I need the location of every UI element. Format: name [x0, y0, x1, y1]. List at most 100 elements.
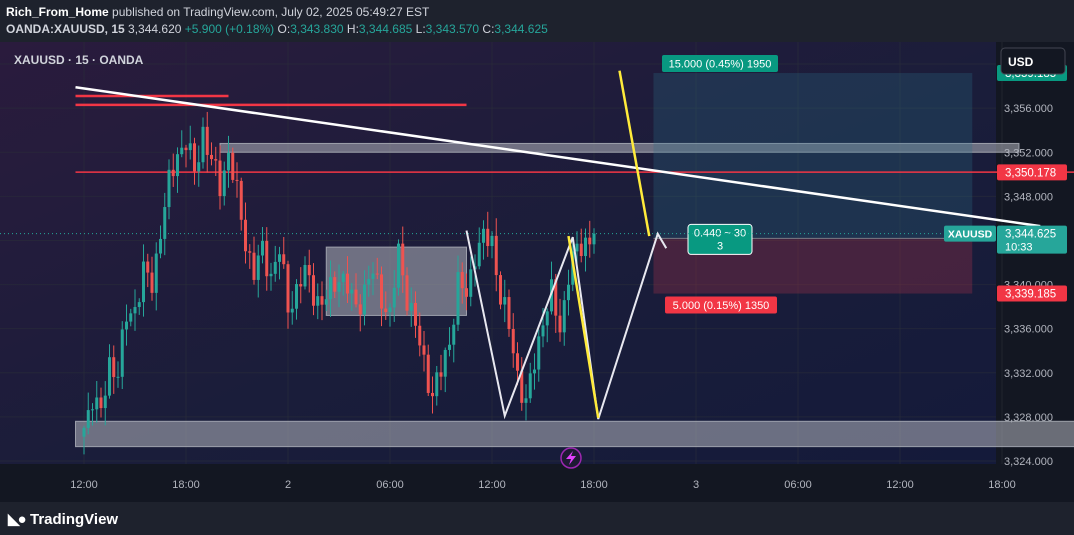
publish-line: Rich_From_Home published on TradingView.… — [6, 5, 429, 19]
candle-body — [103, 395, 107, 409]
candle-body — [329, 277, 332, 300]
candle-body — [222, 170, 226, 197]
candle-body — [482, 228, 485, 243]
candle-body — [380, 274, 383, 309]
candle-body — [562, 300, 566, 333]
candle-body — [248, 251, 252, 253]
candle-body — [409, 302, 413, 311]
candle-body — [146, 261, 150, 273]
time-tick-label: 06:00 — [376, 479, 404, 491]
candle-body — [469, 269, 473, 297]
time-tick-label: 18:00 — [172, 479, 200, 491]
publish-info: published on TradingView.com, July 02, 2… — [112, 5, 430, 19]
author-name[interactable]: Rich_From_Home — [6, 5, 109, 19]
candle-body — [426, 354, 430, 393]
price-chart[interactable]: 15.000 (0.45%) 19505.000 (0.15%) 13500.4… — [0, 42, 1074, 502]
candle-body — [367, 278, 371, 285]
candle-body — [418, 325, 422, 346]
candle-body — [567, 284, 570, 301]
low-label: L: — [415, 22, 426, 36]
candle-body — [214, 159, 218, 161]
price-tick-label: 3,336.000 — [1004, 324, 1053, 336]
currency-button[interactable]: USD — [1000, 47, 1066, 75]
time-tick-label: 12:00 — [886, 479, 914, 491]
long-position-tool[interactable]: 15.000 (0.45%) 19505.000 (0.15%) 13500.4… — [653, 55, 973, 314]
candle-body — [235, 179, 239, 181]
candle-body — [494, 235, 498, 276]
candle-body — [99, 397, 103, 409]
candle-body — [575, 243, 579, 252]
candle-body — [290, 308, 294, 313]
lightning-icon[interactable] — [560, 447, 582, 469]
price-tag: 3,350.178 — [1005, 167, 1056, 179]
candle-body — [324, 299, 328, 305]
price-tick-label: 3,332.000 — [1004, 368, 1053, 380]
candle-body — [278, 254, 281, 262]
symbol-name: OANDA:XAUUSD, 15 — [6, 22, 125, 36]
low-value: 3,343.570 — [425, 22, 480, 36]
last-price: 3,344.620 — [128, 22, 182, 36]
time-tick-label: 18:00 — [580, 479, 608, 491]
price-change: +5.900 (+0.18%) — [184, 22, 275, 36]
candle-body — [303, 264, 307, 287]
candle-body — [316, 296, 320, 306]
time-tick-label: 12:00 — [70, 479, 98, 491]
candle-body — [167, 169, 171, 208]
candle-body — [375, 273, 379, 275]
price-tick-label: 3,328.000 — [1004, 412, 1053, 424]
candle-body — [486, 228, 490, 247]
candle-body — [524, 398, 528, 403]
candle-body — [460, 272, 464, 289]
candle-body — [210, 154, 213, 160]
ohlc-line: OANDA:XAUUSD, 15 3,344.620 +5.900 (+0.18… — [6, 22, 548, 36]
candle-body — [397, 243, 400, 288]
candle-body — [435, 372, 439, 397]
candle-body — [282, 254, 286, 265]
candle-body — [286, 264, 290, 313]
open-label: O: — [277, 22, 291, 36]
candle-body — [269, 273, 273, 277]
time-tick-label: 2 — [285, 479, 291, 491]
candle-body — [227, 152, 230, 171]
footer-bar: ◣● TradingView — [0, 502, 1074, 535]
candle-body — [171, 169, 175, 177]
candle-body — [465, 288, 468, 297]
candle-body — [320, 296, 324, 305]
candle-body — [443, 349, 447, 377]
candle-body — [490, 235, 494, 247]
candle-body — [86, 410, 90, 428]
time-tick-label: 06:00 — [784, 479, 812, 491]
tradingview-logo[interactable]: ◣● TradingView — [8, 510, 118, 528]
candle-body — [108, 357, 111, 396]
candle-body — [371, 273, 375, 279]
high-label: H: — [346, 22, 359, 36]
candle-body — [112, 357, 116, 378]
candle-body — [201, 126, 205, 163]
candle-body — [448, 344, 451, 350]
price-tag: 3,339.185 — [1005, 289, 1056, 301]
candle-body — [184, 147, 188, 151]
candle-body — [231, 152, 235, 180]
candle-body — [129, 313, 133, 322]
ratio-label-line2: 3 — [717, 240, 723, 252]
close-value: 3,344.625 — [494, 22, 548, 36]
last-price-tag: 3,344.625 — [1005, 229, 1056, 241]
candle-body — [584, 237, 587, 257]
candle-body — [218, 160, 222, 197]
brand-name: TradingView — [30, 511, 119, 528]
candle-body — [452, 324, 456, 345]
candle-body — [545, 311, 549, 326]
price-tick-label: 3,356.000 — [1004, 103, 1053, 115]
candle-body — [350, 289, 354, 294]
candle-body — [307, 264, 311, 276]
candle-body — [120, 329, 124, 377]
time-tick-label: 12:00 — [478, 479, 506, 491]
candle-body — [163, 207, 167, 239]
candle-body — [592, 233, 596, 245]
candle-body — [537, 336, 541, 370]
candle-body — [477, 242, 481, 267]
candle-body — [414, 302, 417, 326]
bar-countdown: 10:33 — [1005, 242, 1033, 254]
target-label: 15.000 (0.45%) 1950 — [669, 59, 772, 71]
candle-body — [176, 154, 179, 177]
